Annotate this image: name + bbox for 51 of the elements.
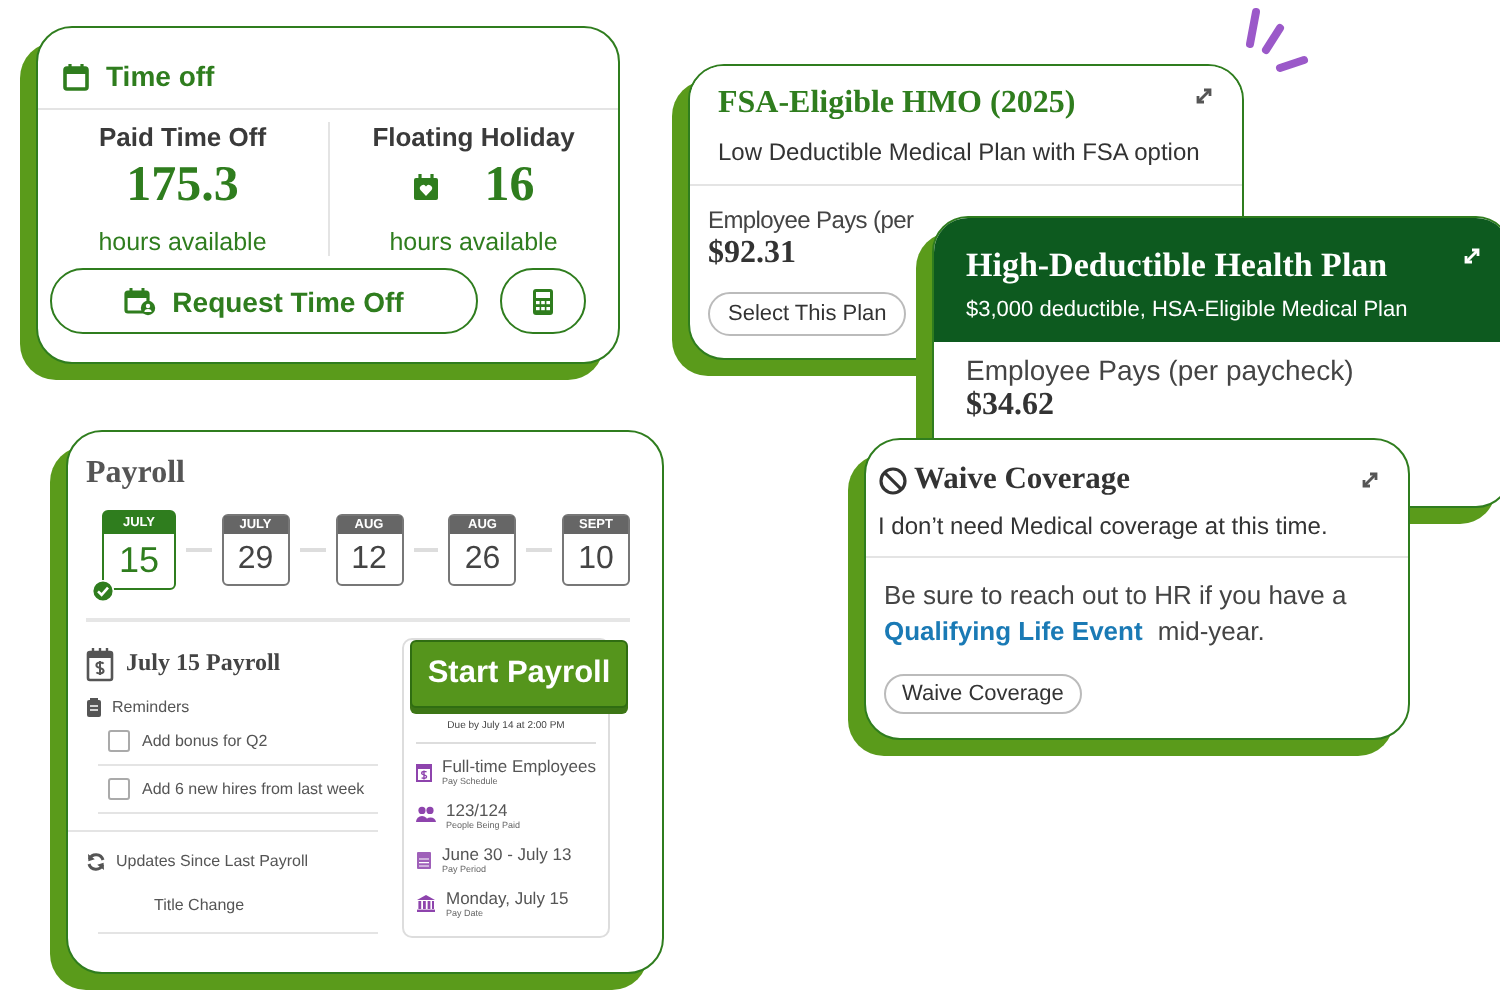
card-title: Time off <box>106 60 215 92</box>
detail-value: 123/124 <box>446 801 510 819</box>
plan-title: High-Deductible Health Plan <box>966 246 1388 286</box>
detail-value: June 30 - July 13 <box>442 845 572 863</box>
reminder-text: Add bonus for Q2 <box>142 731 268 749</box>
bank-icon <box>416 893 436 911</box>
pay-label: Employee Pays (per paycheck) <box>966 354 1354 386</box>
pay-amount: $34.62 <box>966 388 1054 424</box>
update-item: Title Change <box>154 895 245 913</box>
balance-value: 175.3 <box>126 158 239 214</box>
no-entry-icon <box>878 465 908 495</box>
refresh-icon <box>86 851 106 871</box>
request-button[interactable]: Request Time Off <box>50 268 478 334</box>
clipboard-icon <box>86 697 102 717</box>
payroll-title: July 15 Payroll <box>126 648 281 678</box>
calculator-icon <box>532 287 554 315</box>
calendar-icon <box>62 61 90 91</box>
calendar-dollar-icon <box>86 645 114 681</box>
hr-message: Be sure to reach out to HR if you have a Qualifying Life Event mid-year. <box>884 578 1349 650</box>
expand-icon <box>1462 246 1482 266</box>
balance-value: 16 <box>484 158 535 214</box>
card-title: Payroll <box>86 456 187 492</box>
balance-label: Floating Holiday <box>372 122 575 152</box>
plan-title: FSA-Eligible HMO (2025) <box>718 86 1076 122</box>
pay-amount: $92.31 <box>708 236 796 272</box>
section-label: Reminders <box>112 698 190 716</box>
reminder-text: Add 6 new hires from last week <box>142 779 365 797</box>
card-title: Waive Coverage <box>914 462 1131 498</box>
pay-label: Employee Pays (per <box>708 206 914 234</box>
detail-value: Monday, July 15 <box>446 889 569 907</box>
calendar-person-icon <box>124 286 157 316</box>
detail-value: Full-time Employees <box>442 757 596 775</box>
plan-description: $3,000 deductible, HSA-Eligible Medical Plan <box>966 298 1410 322</box>
checkbox[interactable] <box>108 729 130 751</box>
calculator-button[interactable] <box>500 268 586 334</box>
calendar-dollar-icon <box>416 761 432 781</box>
calendar-icon <box>416 849 432 869</box>
life-event-link[interactable]: Qualifying Life Event <box>884 616 1143 646</box>
checkmark-icon <box>92 580 114 602</box>
card-description: I don’t need Medical coverage at this time. <box>878 512 1330 540</box>
people-icon <box>416 805 436 823</box>
waive-coverage-button[interactable]: Waive Coverage <box>884 674 1082 714</box>
balance-unit: hours available <box>98 228 267 256</box>
expand-icon <box>1360 470 1380 490</box>
balance-label: Paid Time Off <box>98 122 267 152</box>
select-plan-button[interactable]: Select This Plan <box>708 292 907 336</box>
checkbox[interactable] <box>108 777 130 799</box>
expand-icon <box>1194 86 1214 106</box>
section-label: Updates Since Last Payroll <box>116 852 309 870</box>
balance-unit: hours available <box>389 228 558 256</box>
plan-description: Low Deductible Medical Plan with FSA option <box>718 138 1202 166</box>
